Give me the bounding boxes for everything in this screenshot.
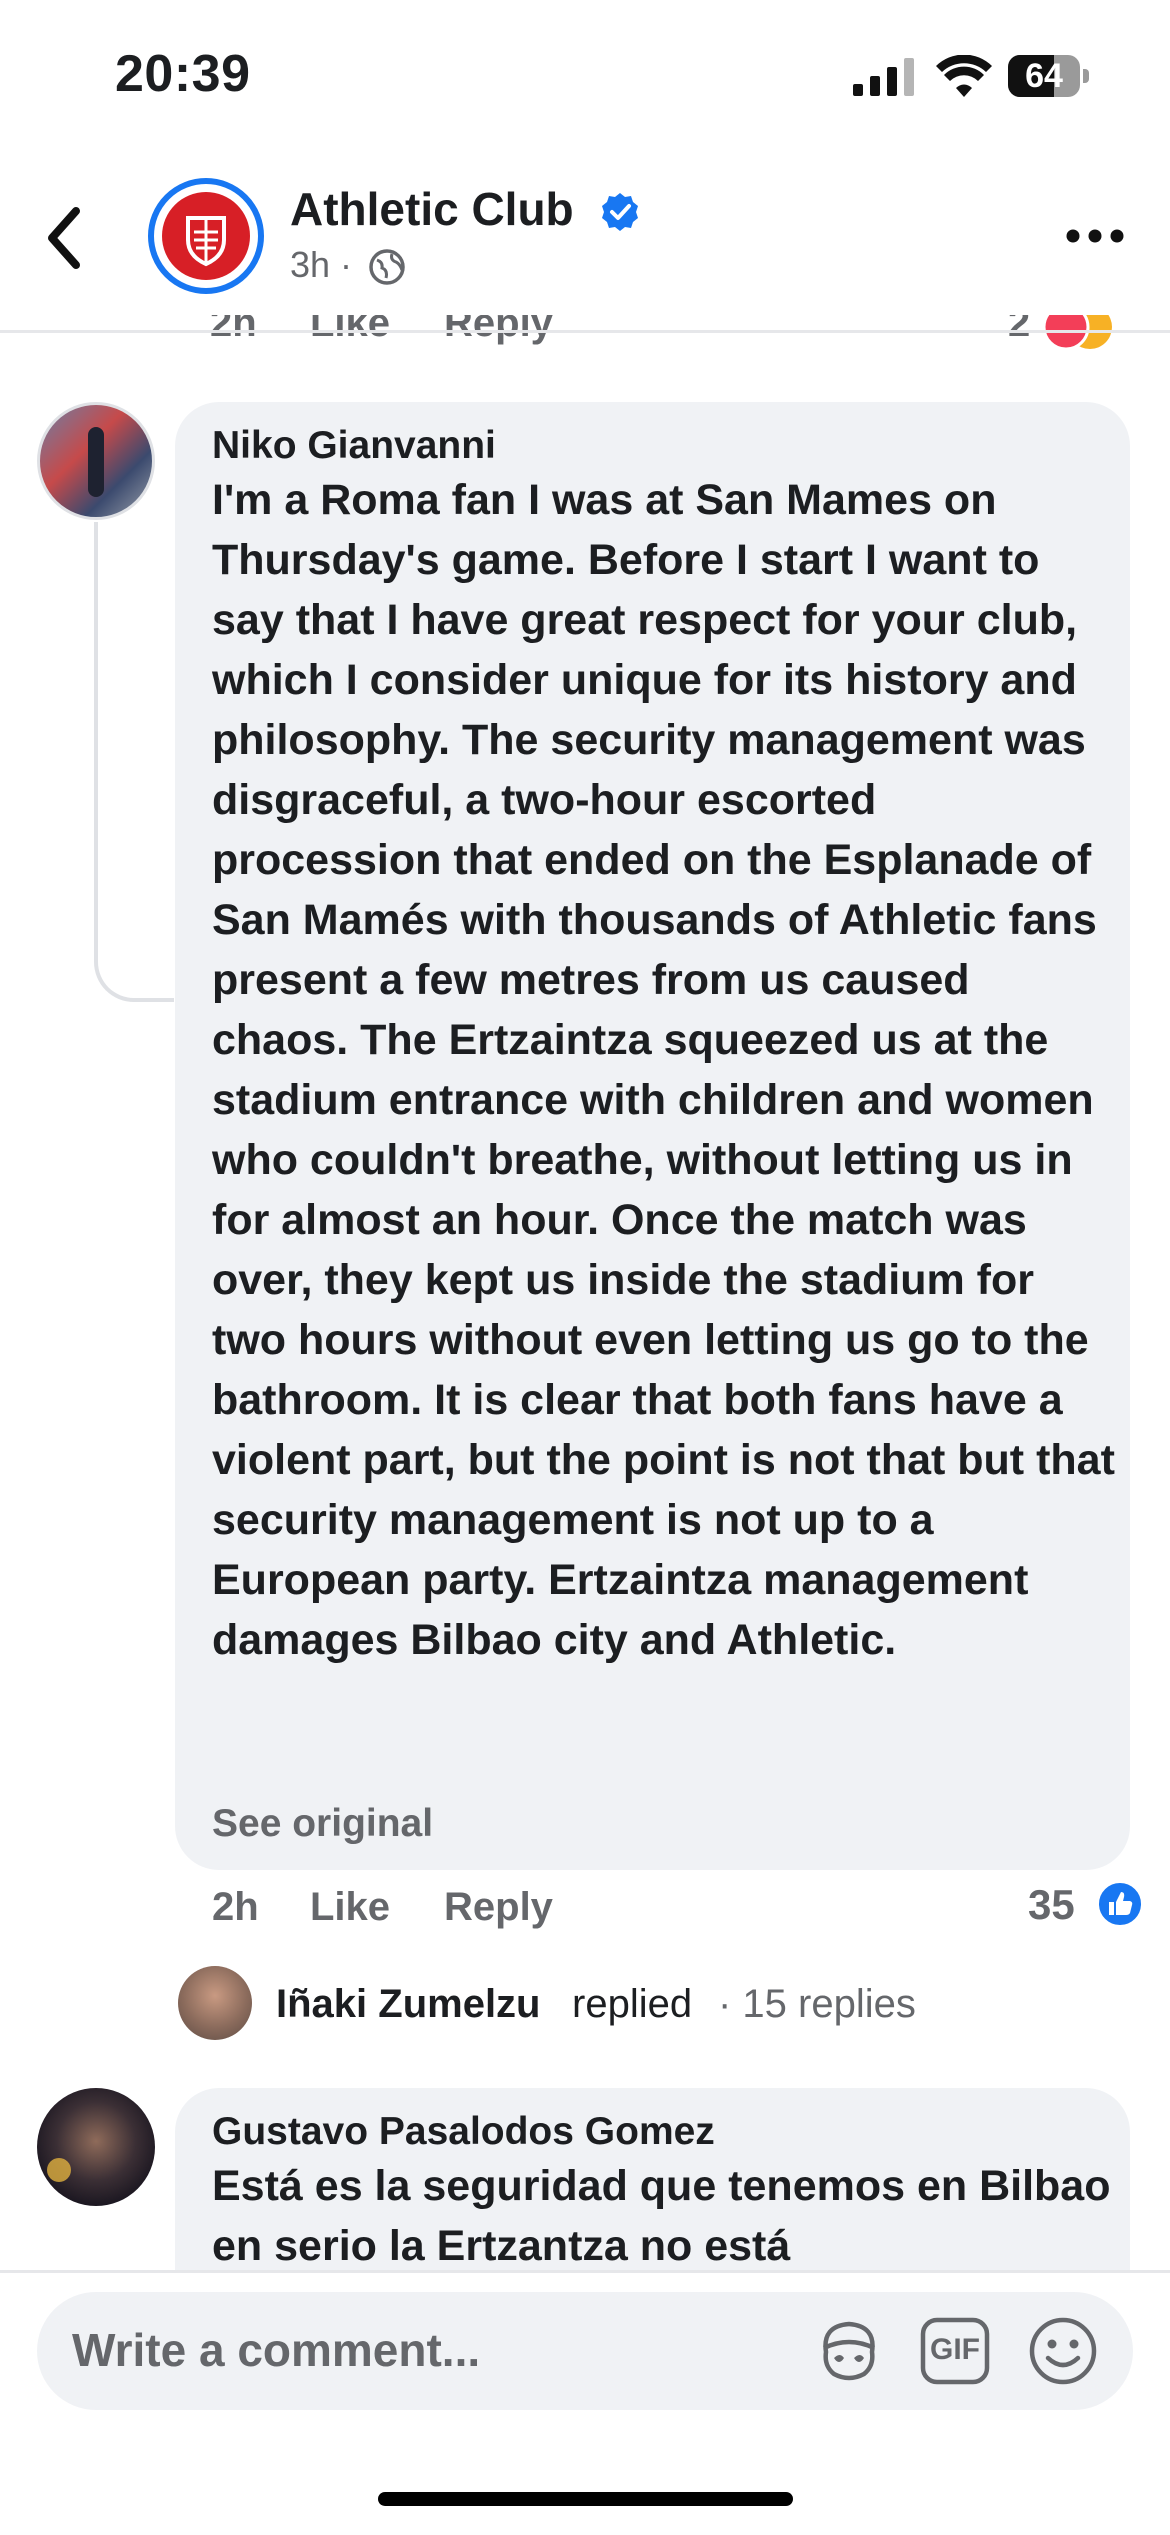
comment-text: Está es la seguridad que tenemos en Bilb…	[212, 2162, 1111, 2270]
comment-text: I'm a Roma fan I was at San Mames on Thu…	[212, 476, 1115, 1664]
replied-label[interactable]: replied	[572, 1982, 692, 2027]
battery-icon: 64	[1008, 55, 1090, 97]
replies-count[interactable]: · 15 replies	[718, 1982, 916, 2027]
replier-avatar[interactable]	[178, 1966, 252, 2040]
wifi-icon	[936, 55, 992, 97]
reaction-count[interactable]: 35	[1028, 1881, 1075, 1929]
like-button[interactable]: Like	[310, 1885, 390, 1930]
emoji-icon[interactable]	[1028, 2316, 1098, 2386]
page-avatar[interactable]	[148, 178, 264, 294]
avatar-sticker-icon[interactable]	[814, 2318, 884, 2384]
replier-name[interactable]: Iñaki Zumelzu	[276, 1982, 541, 2027]
cellular-signal-icon	[853, 58, 914, 96]
like-reaction-icon	[1097, 1881, 1143, 1927]
home-indicator[interactable]	[378, 2492, 793, 2506]
comment-time: 2h	[212, 1885, 259, 1929]
gif-label: GIF	[930, 2333, 980, 2366]
post-age: 3h ·	[290, 244, 353, 285]
gif-icon[interactable]: GIF	[920, 2317, 990, 2385]
comment-author[interactable]: Gustavo Pasalodos Gomez	[212, 2110, 715, 2154]
comment-author[interactable]: Niko Gianvanni	[212, 424, 496, 468]
header-divider	[0, 330, 1170, 333]
commenter-avatar[interactable]	[37, 2088, 155, 2206]
status-time: 20:39	[115, 45, 251, 103]
commenter-avatar[interactable]	[37, 402, 155, 520]
battery-percent: 64	[1025, 57, 1063, 95]
see-original-link[interactable]: See original	[212, 1802, 433, 1846]
chevron-left-icon[interactable]	[44, 205, 84, 271]
page-name[interactable]: Athletic Club	[290, 182, 574, 236]
verified-badge-icon	[602, 193, 638, 231]
reply-button[interactable]: Reply	[444, 1885, 553, 1930]
thread-connector	[94, 522, 174, 1002]
comment-input[interactable]	[72, 2318, 772, 2382]
club-crest-icon	[186, 216, 226, 267]
globe-icon	[369, 249, 405, 285]
more-horizontal-icon[interactable]	[1065, 228, 1125, 244]
